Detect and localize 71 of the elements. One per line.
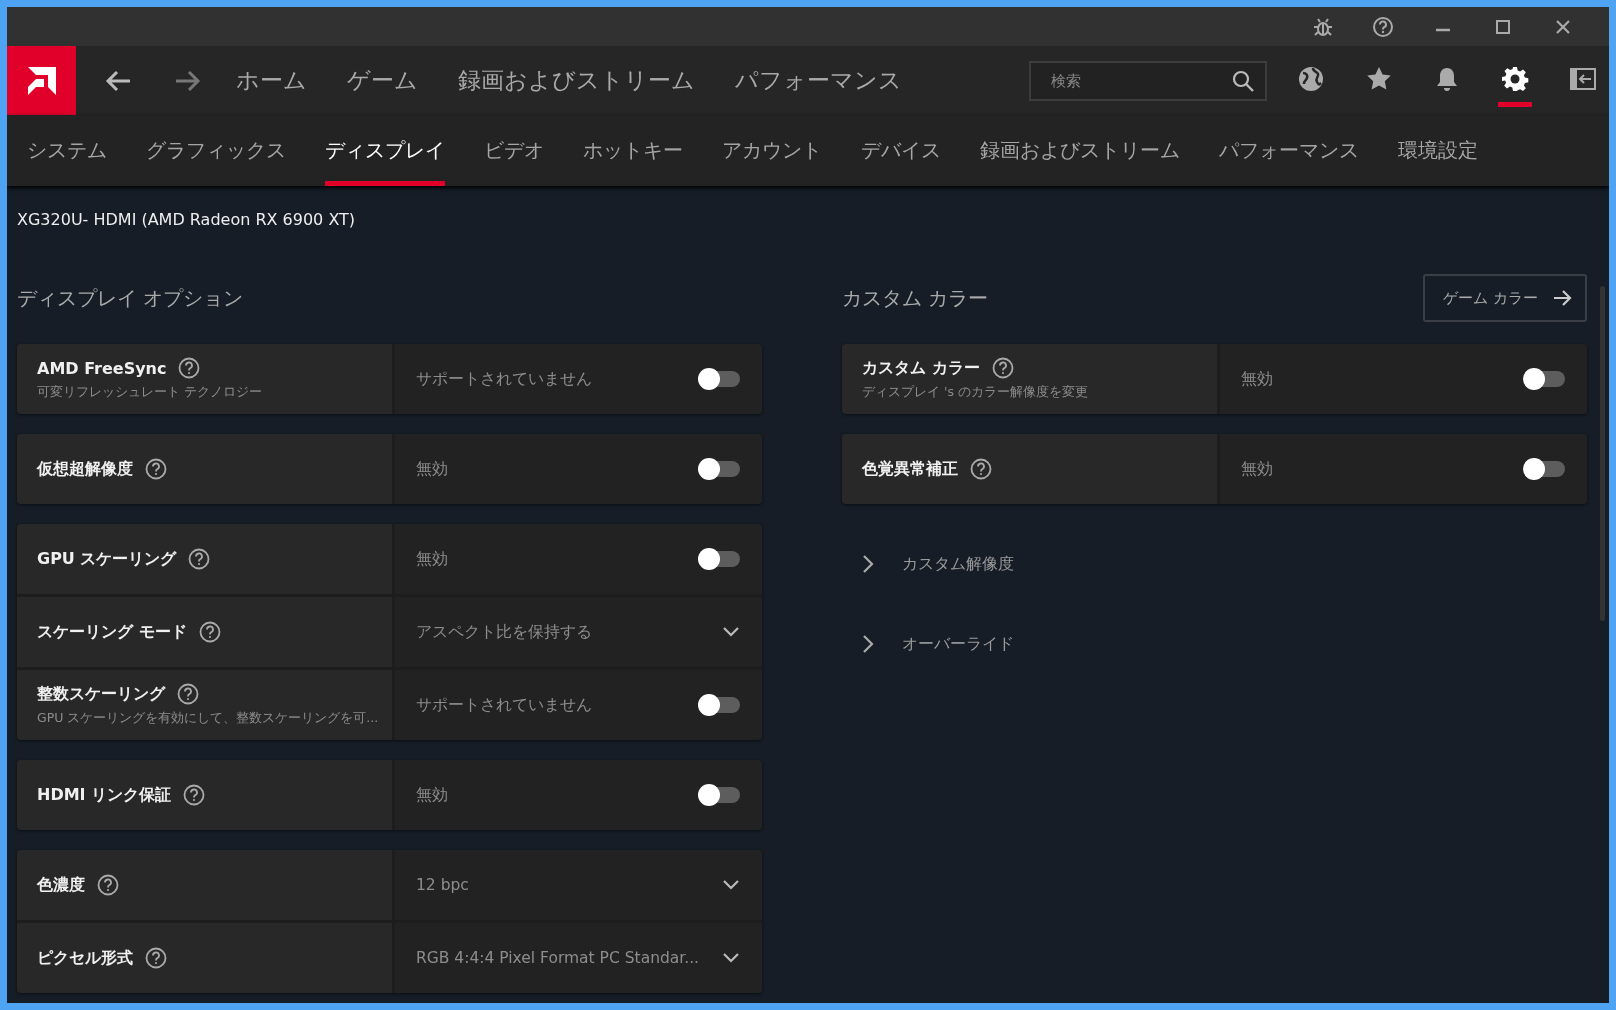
nav-link[interactable]: 録画およびストリーム	[458, 65, 695, 96]
tab[interactable]: デバイス	[861, 115, 941, 186]
setting-value: 12 bpc	[416, 876, 469, 894]
expander[interactable]: オーバーライド	[842, 604, 1587, 684]
setting-value: 無効	[416, 548, 448, 570]
tab[interactable]: パフォーマンス	[1219, 115, 1359, 186]
tab[interactable]: ビデオ	[484, 115, 544, 186]
help-icon[interactable]	[178, 357, 201, 379]
back-arrow-icon[interactable]	[104, 68, 132, 93]
tab[interactable]: 環境設定	[1398, 115, 1478, 186]
setting-label: HDMI リンク保証	[37, 784, 172, 806]
arrow-right-icon	[1553, 289, 1573, 307]
setting-description: GPU スケーリングを有効にして、整数スケーリングを可...	[37, 710, 377, 727]
search-field[interactable]: 検索	[1029, 60, 1267, 101]
setting-label: カスタム カラー	[862, 357, 980, 379]
chevron-down-icon[interactable]	[722, 952, 740, 964]
setting-label: 仮想超解像度	[37, 458, 133, 480]
toggle-switch[interactable]	[1525, 461, 1565, 477]
setting-label: ピクセル形式	[37, 947, 133, 969]
setting-value: サポートされていません	[416, 694, 592, 716]
toggle-switch[interactable]	[700, 551, 740, 567]
help-icon[interactable]	[198, 621, 221, 643]
tab[interactable]: グラフィックス	[146, 115, 286, 186]
setting-label: 整数スケーリング	[37, 683, 165, 705]
help-icon[interactable]	[991, 357, 1014, 379]
help-icon[interactable]	[188, 548, 211, 570]
setting-label: 色覚異常補正	[862, 458, 958, 480]
scrollbar[interactable]	[1600, 286, 1605, 621]
setting-value: アスペクト比を保持する	[416, 621, 592, 643]
toggle-switch[interactable]	[700, 371, 740, 387]
expander[interactable]: カスタム解像度	[842, 524, 1587, 604]
forward-arrow-icon[interactable]	[174, 68, 202, 93]
tab[interactable]: アカウント	[722, 115, 822, 186]
search-input: 検索	[1049, 70, 1231, 91]
section-title: カスタム カラー	[842, 284, 989, 312]
setting-label: AMD FreeSync	[37, 358, 167, 378]
toggle-switch[interactable]	[700, 787, 740, 803]
setting-value: RGB 4:4:4 Pixel Format PC Standar...	[416, 949, 700, 967]
tab[interactable]: システム	[27, 115, 107, 186]
tab[interactable]: ディスプレイ	[325, 115, 445, 186]
tab[interactable]: 録画およびストリーム	[980, 115, 1180, 186]
setting-label: スケーリング モード	[37, 621, 187, 643]
toggle-switch[interactable]	[700, 461, 740, 477]
tab[interactable]: ホットキー	[583, 115, 683, 186]
help-icon[interactable]	[970, 458, 992, 480]
help-icon[interactable]	[145, 947, 167, 969]
setting-description: ディスプレイ 's のカラー解像度を変更	[862, 384, 1089, 401]
help-icon[interactable]	[97, 874, 119, 896]
section-title: ディスプレイ オプション	[17, 284, 244, 312]
nav-link[interactable]: ゲーム	[347, 65, 418, 96]
help-icon[interactable]	[183, 784, 206, 806]
toggle-switch[interactable]	[700, 697, 740, 713]
search-icon	[1231, 68, 1255, 93]
setting-value: 無効	[1241, 458, 1273, 480]
logo-icon[interactable]	[7, 46, 76, 115]
setting-description: 可変リフレッシュレート テクノロジー	[37, 384, 263, 401]
setting-value: 無効	[1241, 368, 1273, 390]
device-name: XG320U- HDMI (AMD Radeon RX 6900 XT)	[17, 210, 357, 231]
nav-link[interactable]: ホーム	[236, 65, 307, 96]
setting-label: GPU スケーリング	[37, 548, 177, 570]
game-color-button[interactable]: ゲーム カラー	[1423, 274, 1587, 322]
help-icon[interactable]	[177, 683, 199, 705]
nav-link[interactable]: パフォーマンス	[735, 65, 902, 96]
setting-value: サポートされていません	[416, 368, 592, 390]
chevron-down-icon[interactable]	[722, 626, 740, 638]
chevron-down-icon[interactable]	[722, 879, 740, 891]
help-icon[interactable]	[145, 458, 167, 480]
toggle-switch[interactable]	[1525, 371, 1565, 387]
setting-value: 無効	[416, 784, 448, 806]
setting-label: 色濃度	[37, 874, 85, 896]
setting-value: 無効	[416, 458, 448, 480]
